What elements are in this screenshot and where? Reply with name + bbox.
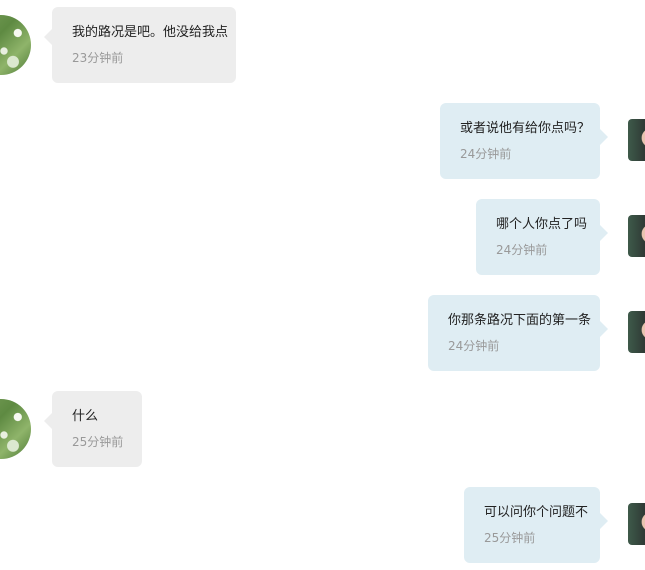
user-photo-avatar[interactable] [628,119,645,161]
message-text: 或者说他有给你点吗？ [460,121,591,136]
chat-bubble: 或者说他有给你点吗？ 24分钟前 [440,103,608,179]
message-time: 24分钟前 [448,339,500,353]
message-text: 你那条路况下面的第一条 [448,313,592,328]
message-time: 25分钟前 [484,531,536,545]
message-text: 我的路况是吧。他没给我点 [72,25,229,40]
message-text: 哪个人你点了吗 [496,217,588,232]
chat-bubble: 可以问你个问题不 25分钟前 [464,487,608,563]
chat-conversation: 我的路况是吧。他没给我点 23分钟前 或者说他有给你点吗？ 24分钟前 哪个人你… [0,0,645,570]
user-photo-avatar[interactable] [628,503,645,545]
message-time: 24分钟前 [460,147,512,161]
flower-avatar[interactable] [0,399,31,459]
message-time: 25分钟前 [72,435,124,449]
chat-bubble: 我的路况是吧。他没给我点 23分钟前 [44,7,236,83]
chat-bubble: 你那条路况下面的第一条 24分钟前 [428,295,608,371]
chat-bubble: 哪个人你点了吗 24分钟前 [476,199,608,275]
message-text: 可以问你个问题不 [484,505,589,520]
user-photo-avatar[interactable] [628,215,645,257]
message-time: 23分钟前 [72,51,124,65]
flower-avatar[interactable] [0,15,31,75]
message-text: 什么 [72,409,99,424]
chat-bubble: 什么 25分钟前 [44,391,142,467]
message-time: 24分钟前 [496,243,548,257]
user-photo-avatar[interactable] [628,311,645,353]
